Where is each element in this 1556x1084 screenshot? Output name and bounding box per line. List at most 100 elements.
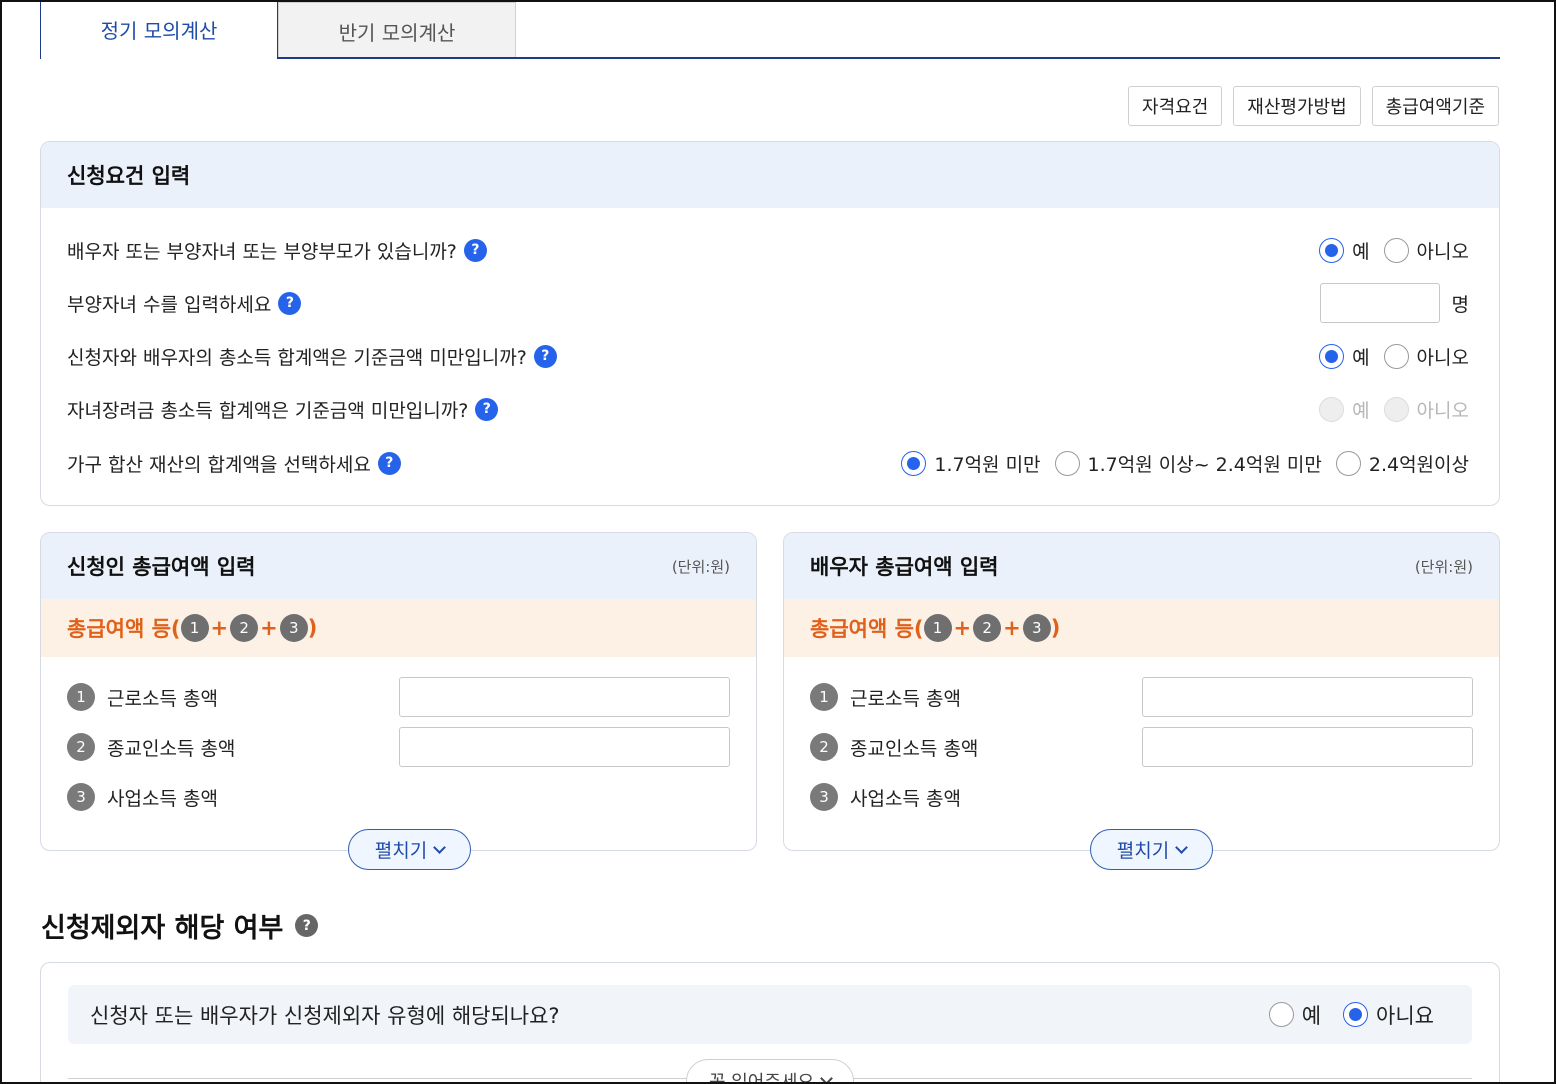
- help-icon[interactable]: ?: [475, 397, 499, 421]
- applicant-expand-button[interactable]: 펼치기: [348, 829, 471, 870]
- plus-sign: +: [210, 616, 229, 640]
- question-dependents: 배우자 또는 부양자녀 또는 부양부모가 있습니까? ? 예 아니오: [67, 235, 1469, 265]
- exclusion-section-title: 신청제외자 해당 여부 ?: [41, 906, 319, 945]
- religious-income-row: 2 종교인소득 총액: [67, 727, 730, 767]
- help-icon[interactable]: ?: [463, 238, 487, 262]
- radio-label: 1.7억원 이상~ 2.4억원 미만: [1087, 453, 1322, 476]
- question-label: 부양자녀 수를 입력하세요: [67, 293, 272, 316]
- salary-sum-bar: 총급여액 등( 1 + 2 + 3 ): [784, 599, 1499, 657]
- must-read-label: 꼭 읽어주세요: [708, 1072, 815, 1084]
- radio-label: 1.7억원 미만: [934, 453, 1041, 476]
- number-badge: 1: [923, 614, 952, 642]
- radio-icon: [1383, 343, 1409, 369]
- radio-group: 1.7억원 미만 1.7억원 이상~ 2.4억원 미만 2.4억원이상: [901, 450, 1469, 477]
- radio-asset-1-7-to-2-4[interactable]: 1.7억원 이상~ 2.4억원 미만: [1054, 450, 1322, 477]
- labor-income-label: 1 근로소득 총액: [67, 683, 218, 711]
- spouse-expand-button[interactable]: 펼치기: [1090, 829, 1213, 870]
- requirements-header: 신청요건 입력: [41, 142, 1499, 208]
- radio-icon: [1319, 343, 1345, 369]
- business-income-label: 3 사업소득 총액: [810, 783, 961, 811]
- radio-icon: [1319, 237, 1345, 263]
- business-income-row: 3 사업소득 총액: [810, 777, 1473, 817]
- number-badge: 3: [279, 614, 308, 642]
- help-icon[interactable]: ?: [377, 451, 401, 475]
- radio-icon: [1319, 396, 1345, 422]
- radio-asset-under-1-7[interactable]: 1.7억원 미만: [901, 450, 1041, 477]
- spouse-religious-income-input[interactable]: [1142, 727, 1473, 767]
- sum-label: 총급여액 등(: [67, 617, 181, 641]
- question-label: 신청자와 배우자의 총소득 합계액은 기준금액 미만입니까?: [67, 346, 527, 369]
- chevron-down-icon: [1175, 840, 1189, 854]
- number-badge: 1: [180, 614, 209, 642]
- question-household-assets: 가구 합산 재산의 합계액을 선택하세요 ? 1.7억원 미만 1.7억원 이상…: [67, 448, 1469, 478]
- religious-income-label: 2 종교인소득 총액: [810, 733, 978, 761]
- radio-no[interactable]: 아니오: [1383, 343, 1469, 370]
- salary-criteria-button[interactable]: 총급여액기준: [1371, 86, 1499, 126]
- radio-asset-over-2-4[interactable]: 2.4억원이상: [1335, 450, 1469, 477]
- labor-income-row: 1 근로소득 총액: [810, 677, 1473, 717]
- number-badge: 2: [973, 614, 1002, 642]
- sum-close: ): [307, 616, 318, 640]
- radio-yes[interactable]: 예: [1268, 1000, 1322, 1030]
- number-badge: 2: [230, 614, 259, 642]
- radio-yes[interactable]: 예: [1319, 343, 1370, 370]
- eligibility-button[interactable]: 자격요건: [1128, 86, 1223, 126]
- info-buttons: 자격요건 재산평가방법 총급여액기준: [1128, 86, 1499, 126]
- sum-label: 총급여액 등(: [810, 617, 924, 641]
- radio-yes: 예: [1319, 396, 1370, 423]
- question-text: 신청자와 배우자의 총소득 합계액은 기준금액 미만입니까? ?: [67, 343, 557, 370]
- unit-label: (단위:원): [1414, 557, 1473, 576]
- radio-icon: [1343, 1002, 1369, 1027]
- business-income-label: 3 사업소득 총액: [67, 783, 218, 811]
- tab-regular[interactable]: 정기 모의계산: [40, 0, 278, 59]
- must-read-button[interactable]: 꼭 읽어주세요: [686, 1059, 854, 1084]
- question-label: 자녀장려금 총소득 합계액은 기준금액 미만입니까?: [67, 399, 469, 422]
- religious-income-row: 2 종교인소득 총액: [810, 727, 1473, 767]
- radio-yes[interactable]: 예: [1319, 237, 1370, 264]
- requirements-panel: 신청요건 입력 배우자 또는 부양자녀 또는 부양부모가 있습니까? ? 예 아…: [40, 141, 1500, 506]
- question-label: 가구 합산 재산의 합계액을 선택하세요: [67, 453, 371, 476]
- help-icon[interactable]: ?: [533, 344, 557, 368]
- radio-icon: [1268, 1002, 1294, 1027]
- row-label: 종교인소득 총액: [850, 737, 979, 760]
- children-count-input[interactable]: [1319, 283, 1440, 323]
- religious-income-input[interactable]: [399, 727, 730, 767]
- row-label: 근로소득 총액: [107, 687, 218, 710]
- spouse-labor-income-input[interactable]: [1142, 677, 1473, 717]
- radio-icon: [1054, 450, 1080, 476]
- radio-no[interactable]: 아니오: [1383, 237, 1469, 264]
- number-badge: 2: [810, 733, 838, 761]
- question-children-count: 부양자녀 수를 입력하세요 ? 명: [67, 283, 1469, 323]
- tab-semiannual[interactable]: 반기 모의계산: [278, 2, 516, 59]
- children-count-group: 명: [1319, 283, 1469, 323]
- radio-label: 예: [1352, 346, 1370, 369]
- spouse-income-title: 배우자 총급여액 입력: [810, 555, 999, 579]
- help-icon[interactable]: ?: [295, 914, 319, 937]
- tab-baseline: [278, 57, 1500, 59]
- expand-label: 펼치기: [374, 840, 428, 862]
- number-badge: 3: [810, 783, 838, 811]
- unit-label: (단위:원): [671, 557, 730, 576]
- radio-label: 2.4억원이상: [1368, 453, 1469, 476]
- row-label: 종교인소득 총액: [107, 737, 236, 760]
- number-badge: 2: [67, 733, 95, 761]
- exclusion-title-text: 신청제외자 해당 여부: [41, 913, 284, 944]
- question-child-income: 자녀장려금 총소득 합계액은 기준금액 미만입니까? ? 예 아니오: [67, 394, 1469, 424]
- plus-sign: +: [1003, 616, 1021, 640]
- radio-group: 예 아니오: [1319, 396, 1469, 423]
- applicant-income-header: 신청인 총급여액 입력 (단위:원): [41, 533, 756, 599]
- help-icon[interactable]: ?: [278, 291, 302, 315]
- radio-no: 아니오: [1383, 396, 1469, 423]
- question-total-income: 신청자와 배우자의 총소득 합계액은 기준금액 미만입니까? ? 예 아니오: [67, 341, 1469, 371]
- labor-income-label: 1 근로소득 총액: [810, 683, 961, 711]
- labor-income-input[interactable]: [399, 677, 730, 717]
- question-text: 자녀장려금 총소득 합계액은 기준금액 미만입니까? ?: [67, 396, 499, 423]
- plus-sign: +: [953, 616, 972, 640]
- radio-label: 예: [1352, 399, 1370, 422]
- row-label: 사업소득 총액: [850, 787, 961, 810]
- asset-evaluation-button[interactable]: 재산평가방법: [1233, 86, 1361, 126]
- radio-label: 예: [1301, 1003, 1322, 1028]
- number-badge: 1: [810, 683, 838, 711]
- radio-no[interactable]: 아니요: [1343, 1000, 1434, 1030]
- radio-icon: [1335, 450, 1361, 476]
